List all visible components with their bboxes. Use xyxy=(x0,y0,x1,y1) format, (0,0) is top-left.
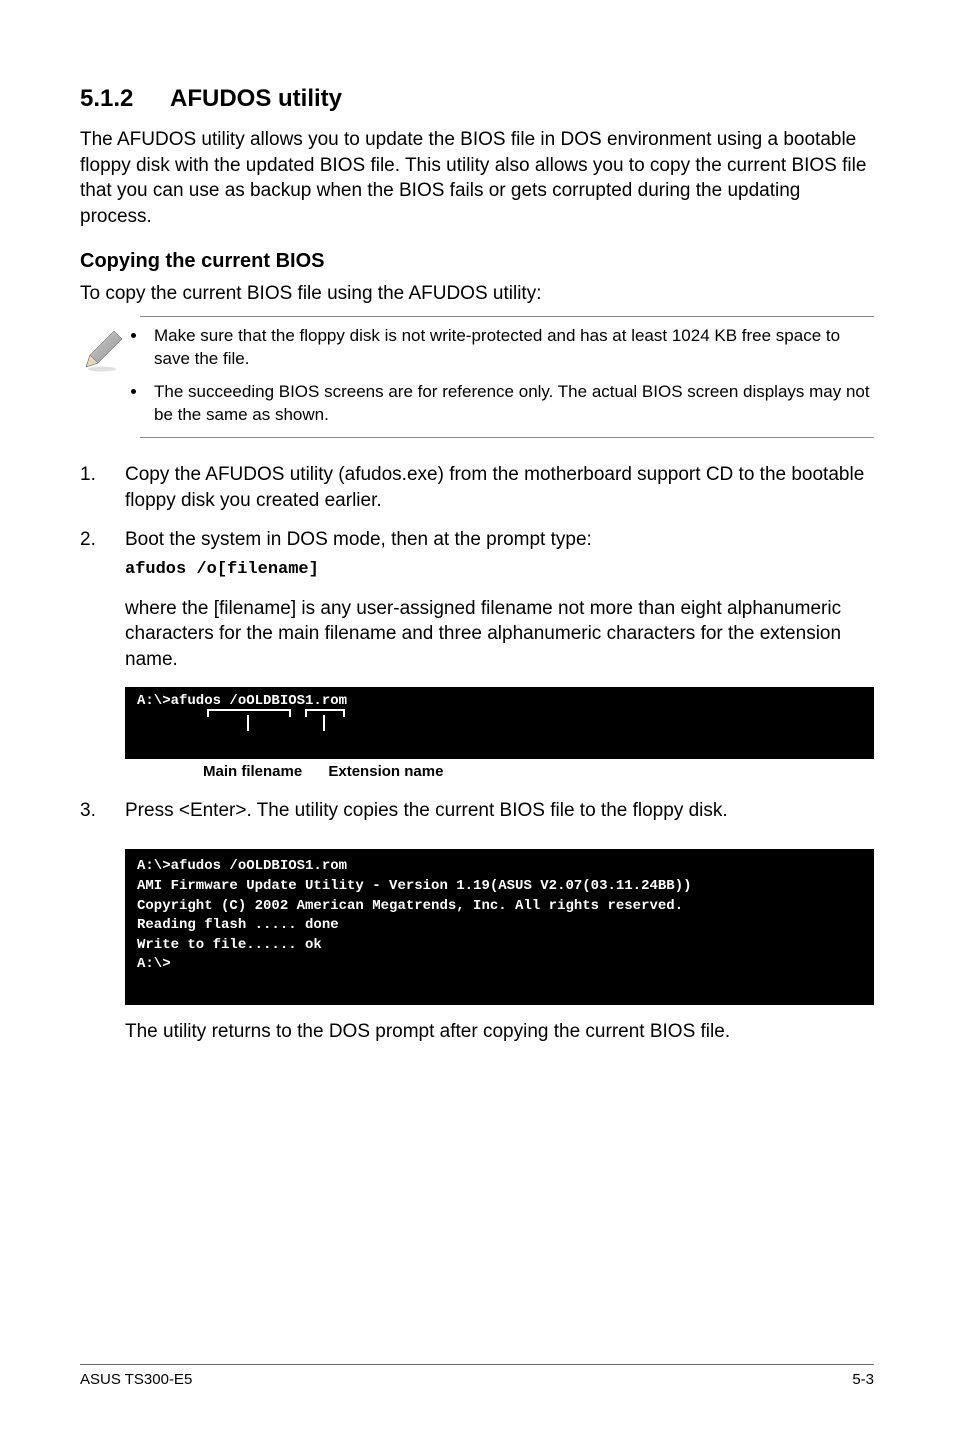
terminal-line: A:\>afudos /oOLDBIOS1.rom xyxy=(137,857,862,877)
pencil-icon xyxy=(80,325,130,378)
section-heading: 5.1.2AFUDOS utility xyxy=(80,85,874,113)
terminal-line: Reading flash ..... done xyxy=(137,916,862,936)
step-index: 3. xyxy=(80,798,125,824)
step-item: 1. Copy the AFUDOS utility (afudos.exe) … xyxy=(80,462,874,513)
note-list: Make sure that the floppy disk is not wr… xyxy=(130,325,874,429)
terminal-line: Copyright (C) 2002 American Megatrends, … xyxy=(137,897,862,917)
step-item: 2. Boot the system in DOS mode, then at … xyxy=(80,527,874,673)
terminal-line: A:\>afudos /oOLDBIOS1.rom xyxy=(137,693,862,709)
note-item: Make sure that the floppy disk is not wr… xyxy=(148,325,874,371)
bracket-line xyxy=(207,709,291,717)
closing-paragraph: The utility returns to the DOS prompt af… xyxy=(125,1019,874,1045)
footer-left: ASUS TS300-E5 xyxy=(80,1371,192,1388)
command-text: afudos /o[filename] xyxy=(125,559,874,582)
note-box: Make sure that the floppy disk is not wr… xyxy=(140,316,874,438)
section-title: AFUDOS utility xyxy=(170,85,342,112)
terminal-block: A:\>afudos /oOLDBIOS1.rom AMI Firmware U… xyxy=(125,849,874,1005)
annotation-extension-name: Extension name xyxy=(328,763,443,780)
step-index: 1. xyxy=(80,462,125,513)
section-number: 5.1.2 xyxy=(80,85,170,113)
step-text: Press <Enter>. The utility copies the cu… xyxy=(125,798,874,824)
sub-heading: Copying the current BIOS xyxy=(80,250,874,273)
step-explain: where the [filename] is any user-assigne… xyxy=(125,596,874,673)
step-text: Copy the AFUDOS utility (afudos.exe) fro… xyxy=(125,462,874,513)
annotation-main-filename: Main filename xyxy=(203,763,302,780)
annotation-labels: Main filename Extension name xyxy=(125,759,874,798)
terminal-block: A:\>afudos /oOLDBIOS1.rom xyxy=(125,687,874,759)
bracket-line xyxy=(247,715,249,731)
bracket-line xyxy=(305,709,345,717)
terminal-line: Write to file...... ok xyxy=(137,936,862,956)
terminal-line: AMI Firmware Update Utility - Version 1.… xyxy=(137,877,862,897)
footer-right: 5-3 xyxy=(852,1371,874,1388)
step-index: 2. xyxy=(80,527,125,673)
page-footer: ASUS TS300-E5 5-3 xyxy=(80,1364,874,1388)
step-text: Boot the system in DOS mode, then at the… xyxy=(125,527,874,553)
note-item: The succeeding BIOS screens are for refe… xyxy=(148,381,874,427)
step-item: 3. Press <Enter>. The utility copies the… xyxy=(80,798,874,824)
bracket-line xyxy=(323,715,325,731)
terminal-line: A:\> xyxy=(137,955,862,975)
intro-paragraph: The AFUDOS utility allows you to update … xyxy=(80,127,874,230)
sub-intro: To copy the current BIOS file using the … xyxy=(80,281,874,307)
